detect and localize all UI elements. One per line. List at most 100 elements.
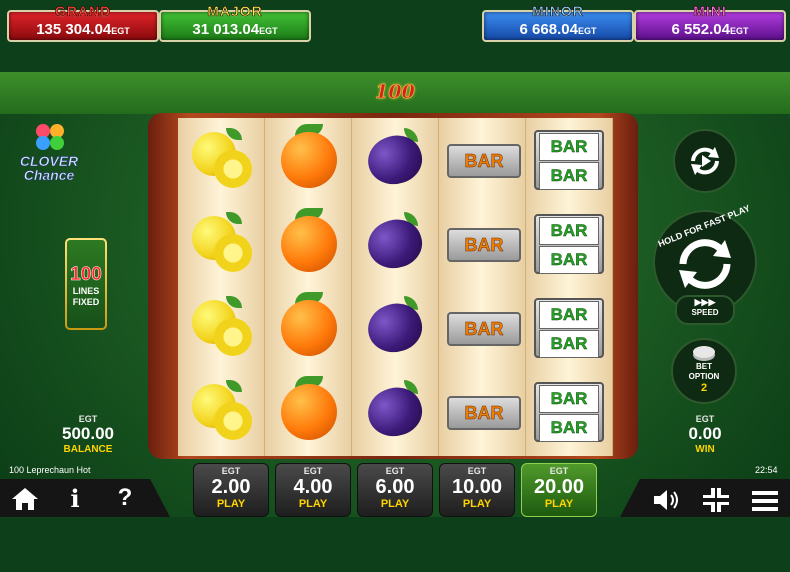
orange-icon [281,384,337,440]
jackpot-minor-label: MINOR [532,3,584,20]
double-bar-icon: BAR BAR [534,214,604,274]
bet-play-label: PLAY [298,498,328,510]
symbol-double-bar: BAR BAR [526,286,612,370]
clock: 22:54 [755,465,778,475]
symbol-lemon [178,202,264,286]
jackpot-major-value: 31 013.04 [192,21,260,38]
jackpot-grand-currency: EGT [111,26,130,36]
symbol-bar: BAR [439,118,525,202]
bottom-band [0,517,790,572]
home-icon[interactable] [10,486,40,512]
reel-1 [178,118,265,456]
collapse-icon[interactable] [703,488,729,512]
lines-label: LINES [72,286,100,296]
autoplay-button[interactable] [673,129,737,193]
bar-icon: BAR [447,228,521,262]
reel-3 [352,118,439,456]
jackpot-mini-currency: EGT [729,26,749,36]
jackpot-mini-value: 6 552.04 [671,21,730,38]
reels-area[interactable]: BAR BAR BAR BAR BAR BAR BAR BAR BAR BAR BAR BAR [178,118,613,456]
jackpot-major: MAJOR 31 013.04EGT [159,3,311,42]
bet-play-label: PLAY [380,498,410,510]
symbol-orange [265,370,351,454]
win-display: EGT 0.00 WIN [668,414,742,455]
help-icon[interactable]: ? [114,484,136,512]
info-icon[interactable]: i [64,484,86,513]
bet-button-3[interactable]: EGT 6.00 PLAY [357,463,433,517]
symbol-bar: BAR [439,286,525,370]
bet-play-label: PLAY [544,498,574,510]
clover-chance-logo: CLOVER Chance [16,120,82,188]
bet-currency: EGT [467,466,487,476]
bet-currency: EGT [303,466,323,476]
bet-option-button[interactable]: BET OPTION 2 [671,338,737,404]
symbol-bar: BAR [439,202,525,286]
bet-value: 2.00 [211,476,251,498]
jackpot-major-currency: EGT [259,26,278,36]
bet-play-label: PLAY [462,498,492,510]
orange-icon [281,216,337,272]
bet-button-2[interactable]: EGT 4.00 PLAY [275,463,351,517]
symbol-orange [265,286,351,370]
speed-button[interactable]: ▶▶▶ SPEED [675,295,735,325]
jackpot-grand-value: 135 304.04 [36,21,112,38]
orange-icon [281,132,337,188]
bet-play-label: PLAY [216,498,246,510]
lines-count: 100 [70,264,102,286]
speaker-icon[interactable] [652,488,682,512]
bet-value: 6.00 [375,476,415,498]
lines-fixed-label: FIXED [72,297,100,307]
symbol-lemon [178,286,264,370]
symbol-double-bar: BAR BAR [526,202,612,286]
win-label: WIN [695,444,715,455]
balance-value: 500.00 [62,424,114,443]
bet-value: 20.00 [533,476,585,498]
symbol-plum [352,118,438,202]
autoplay-icon [691,147,719,175]
symbol-lemon [178,370,264,454]
jackpot-minor: MINOR 6 668.04EGT [482,3,634,42]
bet-option-label-2: OPTION [688,372,720,381]
bet-option-value: 2 [700,382,708,394]
jackpot-grand-label: GRAND [54,3,112,20]
reel-2 [265,118,352,456]
balance-currency: EGT [78,414,98,424]
orange-icon [281,300,337,356]
symbol-plum [352,202,438,286]
game-screen: GRAND 135 304.04EGT MAJOR 31 013.04EGT 1… [0,0,790,572]
coins-icon [693,346,715,358]
win-currency: EGT [695,414,715,424]
balance-label: BALANCE [63,444,113,455]
double-bar-icon: BAR BAR [534,130,604,190]
symbol-double-bar: BAR BAR [526,118,612,202]
game-title-footer: 100 Leprechaun Hot [9,465,91,475]
jackpot-major-label: MAJOR [207,3,263,20]
plum-icon [361,380,429,444]
reel-4: BAR BAR BAR BAR [439,118,526,456]
bet-button-4[interactable]: EGT 10.00 PLAY [439,463,515,517]
bet-button-5[interactable]: EGT 20.00 PLAY [521,463,597,517]
clover-icon [36,124,64,152]
clover-logo-line1: CLOVER [19,153,79,169]
plum-icon [361,128,429,192]
jackpot-mini-label: MINI [693,3,727,20]
symbol-orange [265,118,351,202]
bet-option-label-1: BET [696,362,712,371]
symbol-plum [352,286,438,370]
double-bar-icon: BAR BAR [534,382,604,442]
bar-icon: BAR [447,144,521,178]
plum-icon [361,296,429,360]
bet-currency: EGT [385,466,405,476]
jackpot-minor-currency: EGT [577,26,597,36]
menu-icon[interactable] [752,490,778,512]
bet-value: 4.00 [293,476,333,498]
symbol-plum [352,370,438,454]
balance-display: EGT 500.00 BALANCE [50,414,126,455]
bet-button-1[interactable]: EGT 2.00 PLAY [193,463,269,517]
speed-label: SPEED [691,308,719,317]
reel-5: BAR BAR BAR BAR BAR BAR BAR BAR [526,118,613,456]
bar-icon: BAR [447,396,521,430]
symbol-lemon [178,118,264,202]
lines-fixed-badge: 100 LINES FIXED [65,238,107,330]
symbol-bar: BAR [439,370,525,454]
